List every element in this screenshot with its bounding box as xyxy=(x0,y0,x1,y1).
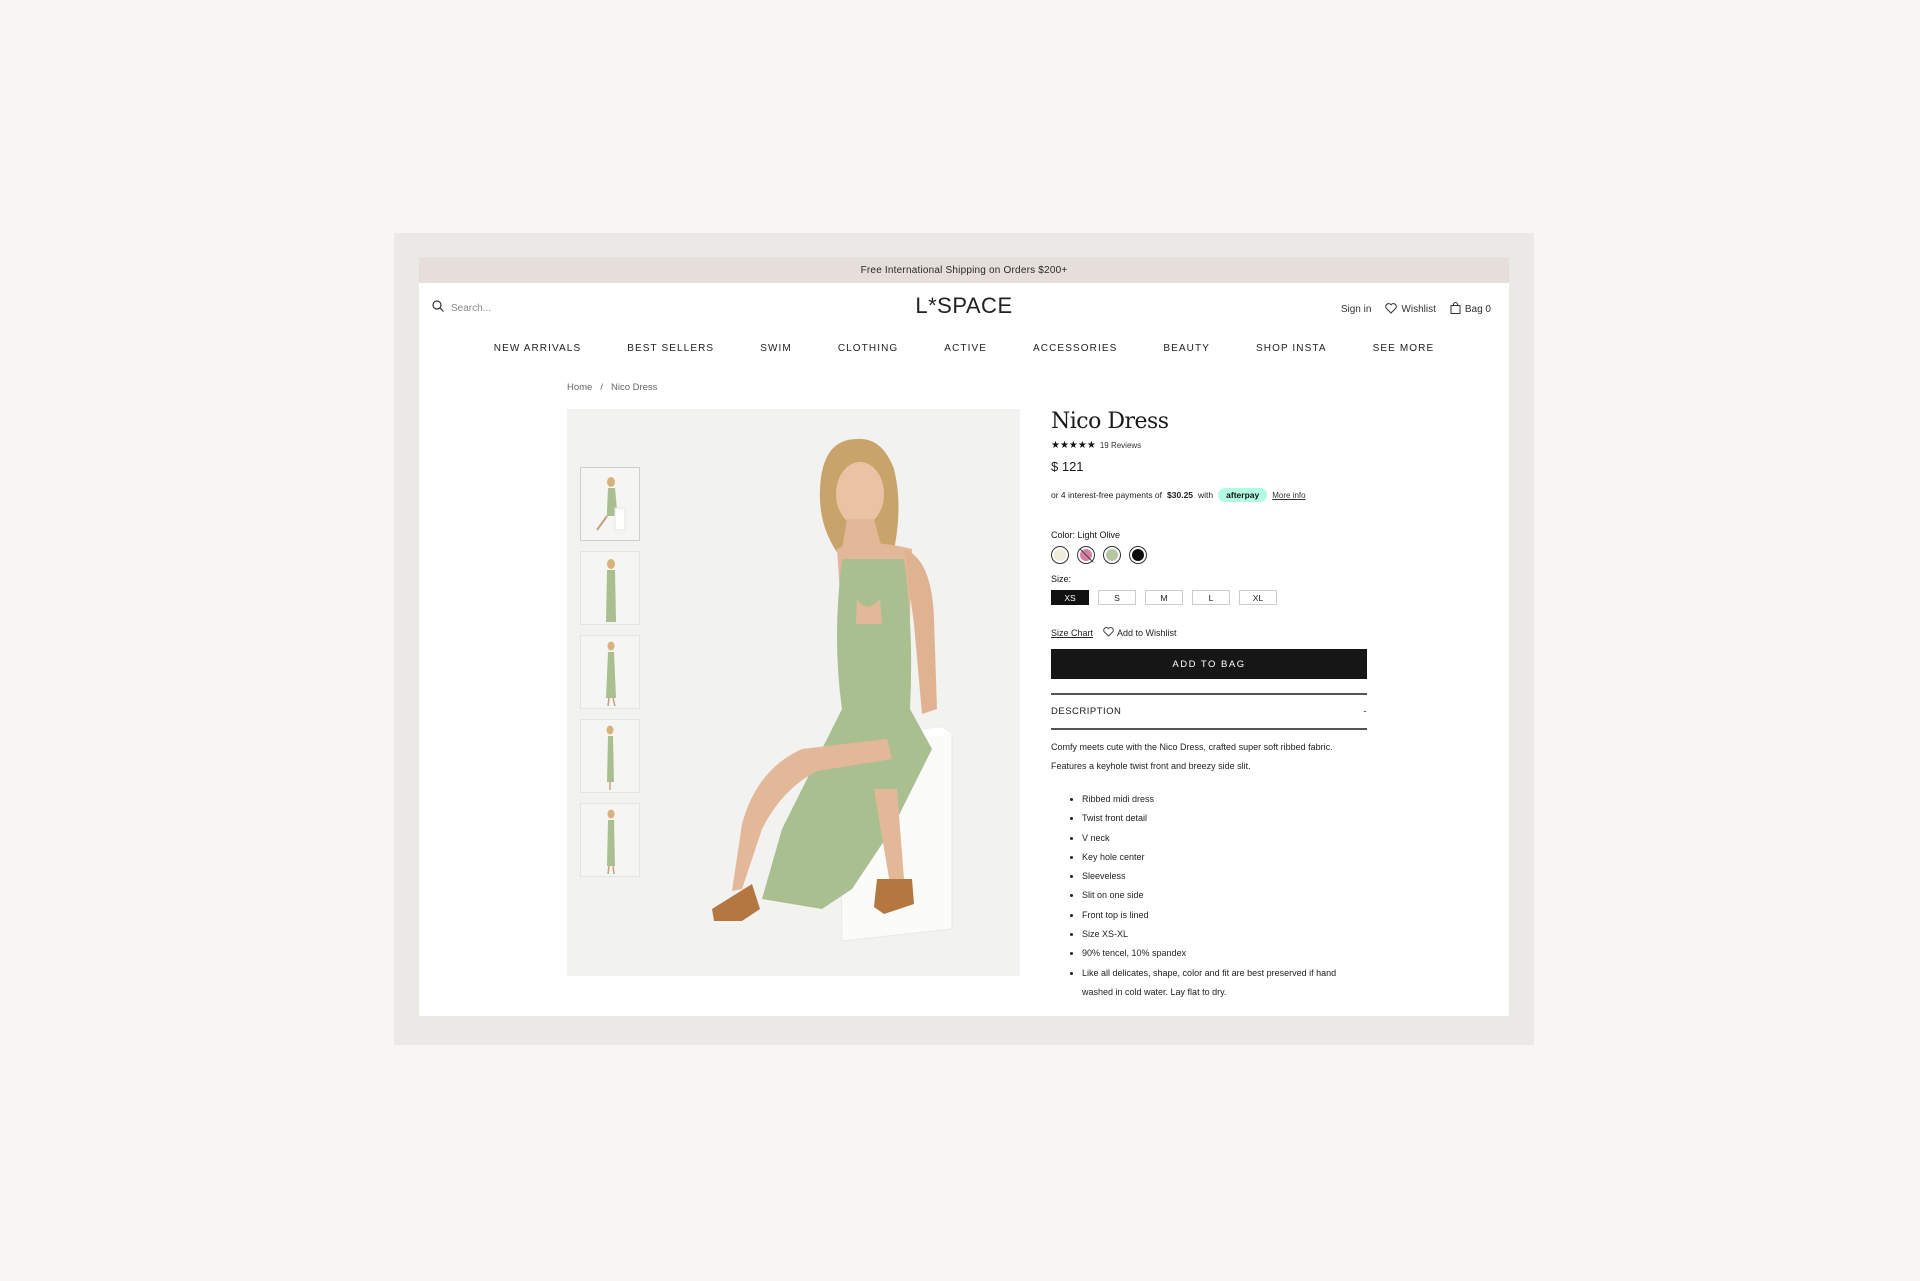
swatch-light-olive[interactable] xyxy=(1103,546,1121,564)
add-to-wishlist-label: Add to Wishlist xyxy=(1117,628,1177,638)
feature-item: Twist front detail xyxy=(1082,809,1367,828)
nav-best-sellers[interactable]: BEST SELLERS xyxy=(604,335,737,363)
description-title: DESCRIPTION xyxy=(1051,706,1122,717)
size-xs[interactable]: XS xyxy=(1051,590,1089,605)
description-text: Comfy meets cute with the Nico Dress, cr… xyxy=(1051,742,1333,771)
product-thumbnail[interactable] xyxy=(580,719,640,793)
afterpay-more-info-link[interactable]: More info xyxy=(1272,491,1305,500)
main-product-image[interactable] xyxy=(642,409,1020,976)
afterpay-with: with xyxy=(1198,490,1214,500)
product-thumbnail[interactable] xyxy=(580,467,640,541)
feature-item: V neck xyxy=(1082,829,1367,848)
sign-in-label: Sign in xyxy=(1340,304,1372,315)
afterpay-prefix: or 4 interest-free payments of xyxy=(1051,490,1163,500)
review-count[interactable]: 19 Reviews xyxy=(1100,441,1141,450)
thumbnail-list xyxy=(580,467,640,877)
swatch-black[interactable] xyxy=(1129,546,1147,564)
size-options: XS S M L XL xyxy=(1051,590,1367,605)
color-label-text: Color: xyxy=(1051,530,1076,540)
size-label: Size: xyxy=(1051,574,1072,584)
nav-shop-insta[interactable]: SHOP INSTA xyxy=(1233,335,1350,363)
color-label: Color: Light Olive xyxy=(1051,530,1367,540)
size-chart-link[interactable]: Size Chart xyxy=(1051,628,1093,638)
afterpay-amount: $30.25 xyxy=(1167,490,1194,500)
feature-item: 90% tencel, 10% spandex xyxy=(1082,944,1367,963)
nav-new-arrivals[interactable]: NEW ARRIVALS xyxy=(471,335,604,363)
product-price: $ 121 xyxy=(1051,459,1084,474)
main-nav: NEW ARRIVALS BEST SELLERS SWIM CLOTHING … xyxy=(419,335,1509,363)
feature-item: Ribbed midi dress xyxy=(1082,790,1367,809)
announcement-bar: Free International Shipping on Orders $2… xyxy=(419,257,1509,283)
product-gallery xyxy=(567,409,1020,976)
utility-nav: Sign in Wishlist Bag 0 xyxy=(1341,302,1491,317)
bag-icon xyxy=(1450,302,1461,317)
wishlist-link[interactable]: Wishlist xyxy=(1385,302,1436,317)
color-swatches xyxy=(1051,546,1367,564)
product-info: Nico Dress ★★★★★ 19 Reviews $ 121 or 4 i… xyxy=(1051,409,1367,1002)
add-to-wishlist-link[interactable]: Add to Wishlist xyxy=(1103,627,1177,639)
color-value: Light Olive xyxy=(1077,530,1121,540)
nav-see-more[interactable]: SEE MORE xyxy=(1350,335,1458,363)
nav-active[interactable]: ACTIVE xyxy=(921,335,1010,363)
size-l[interactable]: L xyxy=(1192,590,1230,605)
feature-item: Key hole center xyxy=(1082,848,1367,867)
sign-in-link[interactable]: Sign in xyxy=(1341,304,1372,315)
product-title: Nico Dress xyxy=(1051,409,1169,434)
description-accordion-header[interactable]: DESCRIPTION - xyxy=(1051,693,1367,730)
bag-label: Bag 0 xyxy=(1464,304,1491,315)
site-header: L*SPACE Sign in Wishlist Bag 0 xyxy=(419,283,1509,335)
feature-item: Slit on one side xyxy=(1082,886,1367,905)
nav-clothing[interactable]: CLOTHING xyxy=(815,335,921,363)
breadcrumb-current: Nico Dress xyxy=(610,382,658,393)
announcement-text: Free International Shipping on Orders $2… xyxy=(860,264,1068,276)
afterpay-logo: afterpay xyxy=(1218,488,1268,502)
afterpay-message: or 4 interest-free payments of $30.25 wi… xyxy=(1051,488,1367,502)
size-xl[interactable]: XL xyxy=(1239,590,1277,605)
product-thumbnail[interactable] xyxy=(580,551,640,625)
breadcrumb-home[interactable]: Home xyxy=(567,382,592,393)
product-thumbnail[interactable] xyxy=(580,803,640,877)
feature-item: Size XS-XL xyxy=(1082,925,1367,944)
feature-item: Sleeveless xyxy=(1082,867,1367,886)
product-thumbnail[interactable] xyxy=(580,635,640,709)
feature-item: Front top is lined xyxy=(1082,906,1367,925)
size-m[interactable]: M xyxy=(1145,590,1183,605)
product-rating[interactable]: ★★★★★ 19 Reviews xyxy=(1051,440,1367,451)
size-s[interactable]: S xyxy=(1098,590,1136,605)
swatch-pink[interactable] xyxy=(1077,546,1095,564)
heart-icon xyxy=(1385,302,1398,317)
logo-text: L*SPACE xyxy=(915,293,1013,318)
product-page: Free International Shipping on Orders $2… xyxy=(419,257,1509,1016)
nav-beauty[interactable]: BEAUTY xyxy=(1140,335,1233,363)
breadcrumb: Home / Nico Dress xyxy=(567,382,657,393)
wishlist-label: Wishlist xyxy=(1401,304,1436,315)
swatch-cream[interactable] xyxy=(1051,546,1069,564)
star-rating-icon: ★★★★★ xyxy=(1051,440,1096,451)
nav-swim[interactable]: SWIM xyxy=(737,335,815,363)
collapse-icon[interactable]: - xyxy=(1363,706,1367,717)
product-links: Size Chart Add to Wishlist xyxy=(1051,627,1367,639)
feature-item: Like all delicates, shape, color and fit… xyxy=(1082,964,1367,1003)
breadcrumb-separator: / xyxy=(600,382,603,393)
nav-accessories[interactable]: ACCESSORIES xyxy=(1010,335,1140,363)
feature-list: Ribbed midi dress Twist front detail V n… xyxy=(1051,790,1367,1002)
heart-icon xyxy=(1103,627,1114,639)
bag-link[interactable]: Bag 0 xyxy=(1450,302,1491,317)
add-to-bag-button[interactable]: ADD TO BAG xyxy=(1051,649,1367,679)
